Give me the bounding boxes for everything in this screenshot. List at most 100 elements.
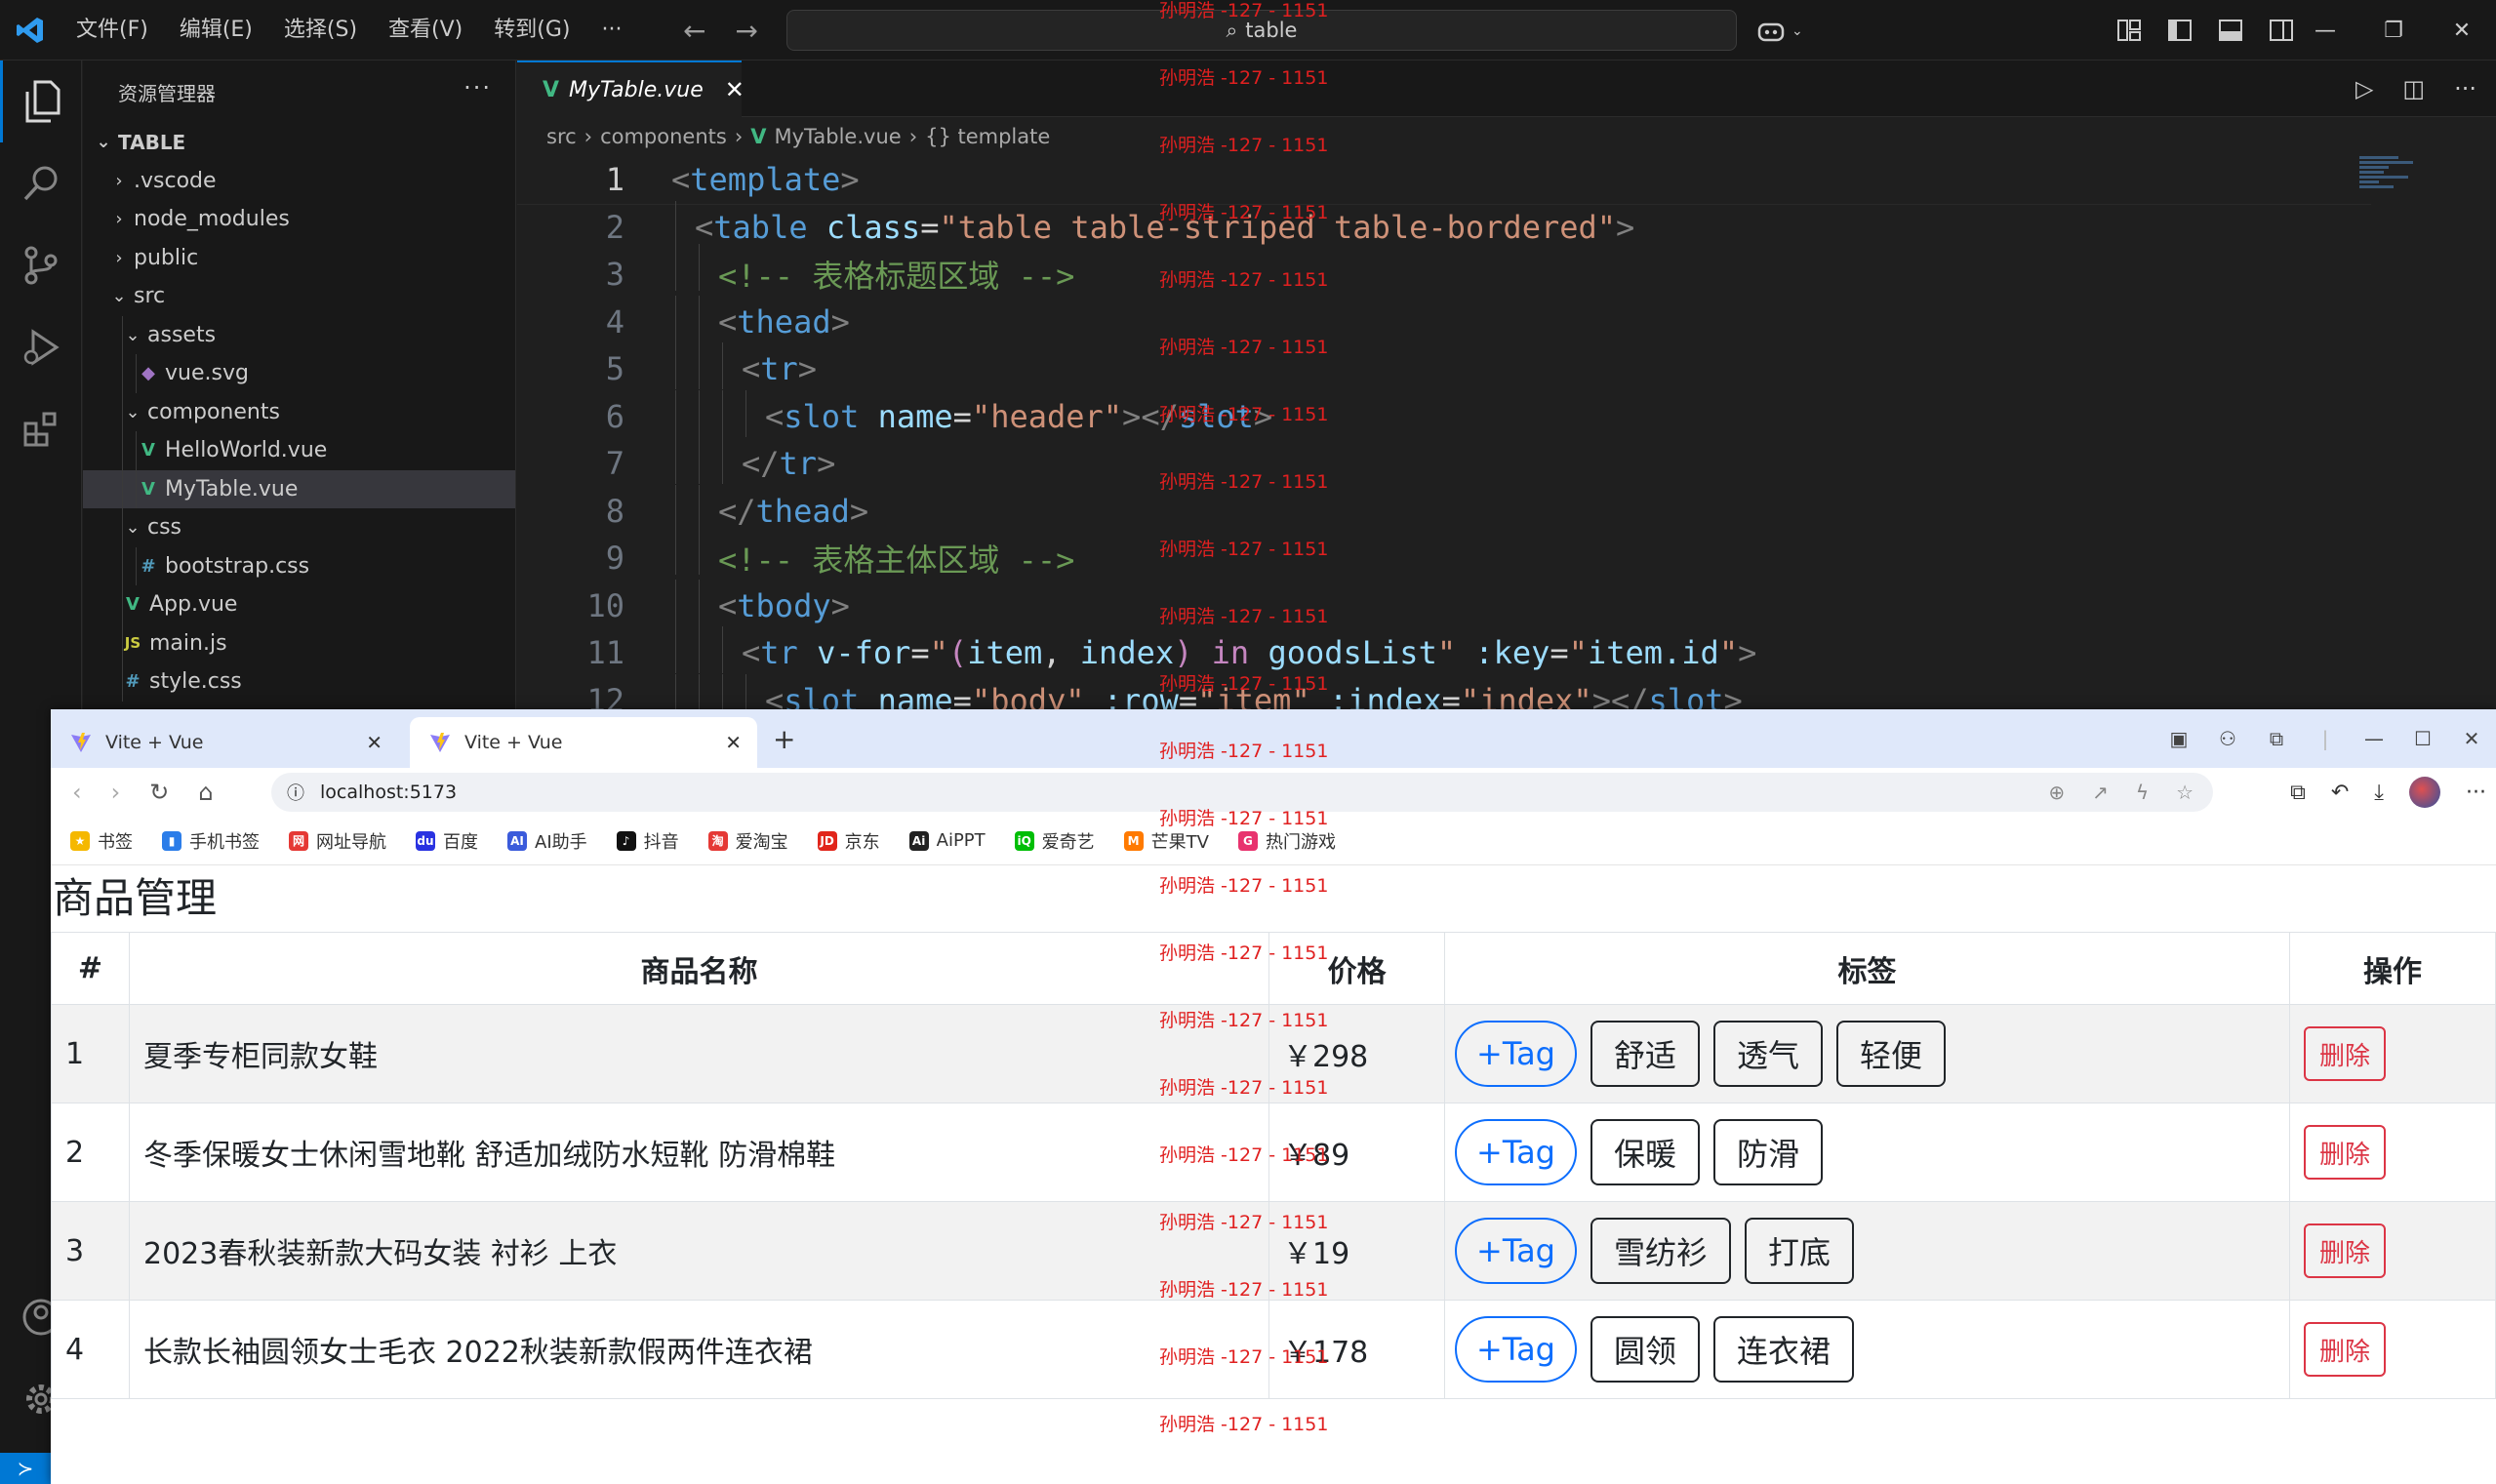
tree-item[interactable]: ⌄ TABLE <box>83 123 515 162</box>
bookmark-item[interactable]: Ai AiPPT <box>908 830 986 851</box>
remote-indicator-icon[interactable]: ≻ <box>0 1453 51 1484</box>
extensions-icon[interactable] <box>0 388 82 470</box>
tag-badge[interactable]: 防滑 <box>1713 1119 1824 1185</box>
reading-list-icon[interactable]: ▣ <box>2154 727 2203 750</box>
chevron-right-icon[interactable]: › <box>108 209 130 229</box>
tag-badge[interactable]: 连衣裙 <box>1713 1316 1855 1383</box>
star-icon[interactable]: ☆ <box>2176 781 2194 804</box>
download-icon[interactable]: ⤓ <box>2374 781 2384 805</box>
reload-icon[interactable]: ↻ <box>149 779 169 806</box>
bookmark-item[interactable]: 网网址导航 <box>289 828 386 854</box>
chevron-down-icon[interactable]: ⌄ <box>108 286 130 306</box>
tree-item[interactable]: JS main.js <box>83 623 515 662</box>
menu-item[interactable]: 文件(F) <box>60 0 164 60</box>
back-icon[interactable]: ‹ <box>72 779 82 806</box>
avatar[interactable] <box>2409 777 2441 808</box>
code-line[interactable]: 8 </thead> <box>517 484 2371 536</box>
breadcrumb-item[interactable]: MyTable.vue <box>775 125 902 148</box>
search-view-icon[interactable] <box>0 142 82 224</box>
code-line[interactable]: 6 <slot name="header"></slot> <box>517 389 2371 441</box>
bookmark-item[interactable]: ♪ 抖音 <box>616 828 679 854</box>
browser-tab-close-icon[interactable]: ✕ <box>725 731 742 754</box>
breadcrumb-item[interactable]: {} template <box>925 125 1050 148</box>
tree-item[interactable]: › .vscode <box>83 162 515 201</box>
toggle-sidebar-icon[interactable] <box>2168 20 2192 41</box>
close-icon[interactable]: ✕ <box>2428 19 2496 43</box>
close-icon[interactable]: ✕ <box>2447 727 2496 750</box>
new-tab-icon[interactable]: + <box>773 723 795 755</box>
breadcrumb-item[interactable]: src <box>546 125 577 148</box>
add-tag-button[interactable]: +Tag <box>1455 1021 1577 1087</box>
zoom-icon[interactable]: ⊕ <box>2048 781 2065 804</box>
code-line[interactable]: 5 <tr> <box>517 342 2371 393</box>
tree-item[interactable]: › public <box>83 239 515 278</box>
tree-item[interactable]: ⌄ assets <box>83 315 515 354</box>
chevron-right-icon[interactable]: › <box>108 248 130 268</box>
explorer-icon[interactable] <box>0 60 82 142</box>
menu-more-icon[interactable]: ··· <box>2466 781 2486 805</box>
chevron-down-icon[interactable]: ⌄ <box>122 517 143 538</box>
tab-mytable-vue[interactable]: V MyTable.vue ✕ <box>517 60 745 117</box>
extensions-icon[interactable]: ⧉ <box>2290 781 2306 805</box>
chevron-down-icon[interactable]: ⌄ <box>93 132 114 152</box>
tree-item[interactable]: V HelloWorld.vue <box>83 431 515 470</box>
delete-button[interactable]: 删除 <box>2304 1322 2387 1377</box>
bookmark-item[interactable]: ▮ 手机书签 <box>162 828 260 854</box>
back-arrow-icon[interactable]: ← <box>683 15 705 47</box>
tag-badge[interactable]: 轻便 <box>1836 1021 1947 1087</box>
menu-item[interactable]: 选择(S) <box>268 0 373 60</box>
tag-badge[interactable]: 雪纺衫 <box>1590 1218 1731 1284</box>
code-line[interactable]: 11 <tr v-for="(item, index) in goodsList"… <box>517 626 2371 677</box>
code-line[interactable]: 3 <!-- 表格标题区域 --> <box>517 244 2371 299</box>
restore-icon[interactable]: ❐ <box>2359 19 2428 43</box>
run-icon[interactable]: ▷ <box>2355 75 2373 102</box>
toggle-panel-icon[interactable] <box>2219 20 2242 41</box>
tab-close-icon[interactable]: ✕ <box>725 76 745 103</box>
delete-button[interactable]: 删除 <box>2304 1125 2387 1180</box>
bookmark-item[interactable]: 淘爱淘宝 <box>707 828 788 854</box>
minimize-icon[interactable]: — <box>2350 727 2398 750</box>
code-line[interactable]: 1 <template> <box>517 156 2371 205</box>
minimize-icon[interactable]: — <box>2291 19 2359 43</box>
add-tag-button[interactable]: +Tag <box>1455 1316 1577 1383</box>
breadcrumb-item[interactable]: components <box>600 125 727 148</box>
tag-badge[interactable]: 保暖 <box>1590 1119 1700 1185</box>
tag-badge[interactable]: 圆领 <box>1590 1316 1700 1383</box>
code-line[interactable]: 4 <thead> <box>517 295 2371 346</box>
browser-tab-1[interactable]: Vite + Vue ✕ <box>51 717 398 768</box>
tree-item[interactable]: › node_modules <box>83 200 515 239</box>
code-line[interactable]: 10 <tbody> <box>517 579 2371 630</box>
tree-item[interactable]: V App.vue <box>83 585 515 624</box>
forward-icon[interactable]: › <box>111 779 121 806</box>
more-actions-icon[interactable]: ··· <box>2454 75 2476 102</box>
bookmark-item[interactable]: du 百度 <box>416 828 478 854</box>
bookmark-item[interactable]: ★ 书签 <box>70 828 133 854</box>
maximize-icon[interactable]: ☐ <box>2398 727 2447 750</box>
code-line[interactable]: 2 <table class="table table-striped table… <box>517 200 2371 252</box>
tree-item[interactable]: # bootstrap.css <box>83 546 515 585</box>
extension-puzzle-icon[interactable]: ⧉ <box>2252 727 2301 750</box>
chevron-down-icon[interactable]: ⌄ <box>122 325 143 345</box>
forward-arrow-icon[interactable]: → <box>735 15 757 47</box>
menu-item[interactable]: ··· <box>585 0 637 60</box>
add-tag-button[interactable]: +Tag <box>1455 1218 1577 1284</box>
bookmark-item[interactable]: G 热门游戏 <box>1237 828 1336 854</box>
share-icon[interactable]: ↗ <box>2092 781 2109 804</box>
customize-layout-icon[interactable] <box>2117 20 2141 41</box>
tree-item[interactable]: V MyTable.vue <box>83 469 515 508</box>
menu-item[interactable]: 转到(G) <box>478 0 585 60</box>
toggle-secondary-sidebar-icon[interactable] <box>2270 20 2293 41</box>
tree-item[interactable]: ⌄ components <box>83 392 515 431</box>
tag-badge[interactable]: 舒适 <box>1590 1021 1700 1087</box>
tag-badge[interactable]: 打底 <box>1745 1218 1855 1284</box>
bookmark-item[interactable]: JD 京东 <box>817 828 880 854</box>
bookmark-item[interactable]: AI AI助手 <box>507 828 587 854</box>
undo-history-icon[interactable]: ↶ <box>2331 781 2349 805</box>
bookmark-item[interactable]: M 芒果TV <box>1123 828 1209 854</box>
code-line[interactable]: 7 </tr> <box>517 437 2371 488</box>
site-info-icon[interactable]: ⓘ <box>287 780 304 805</box>
menu-item[interactable]: 编辑(E) <box>164 0 268 60</box>
add-tag-button[interactable]: +Tag <box>1455 1119 1577 1185</box>
tree-item[interactable]: ⌄ src <box>83 277 515 316</box>
tree-item[interactable]: ⌄ css <box>83 508 515 547</box>
